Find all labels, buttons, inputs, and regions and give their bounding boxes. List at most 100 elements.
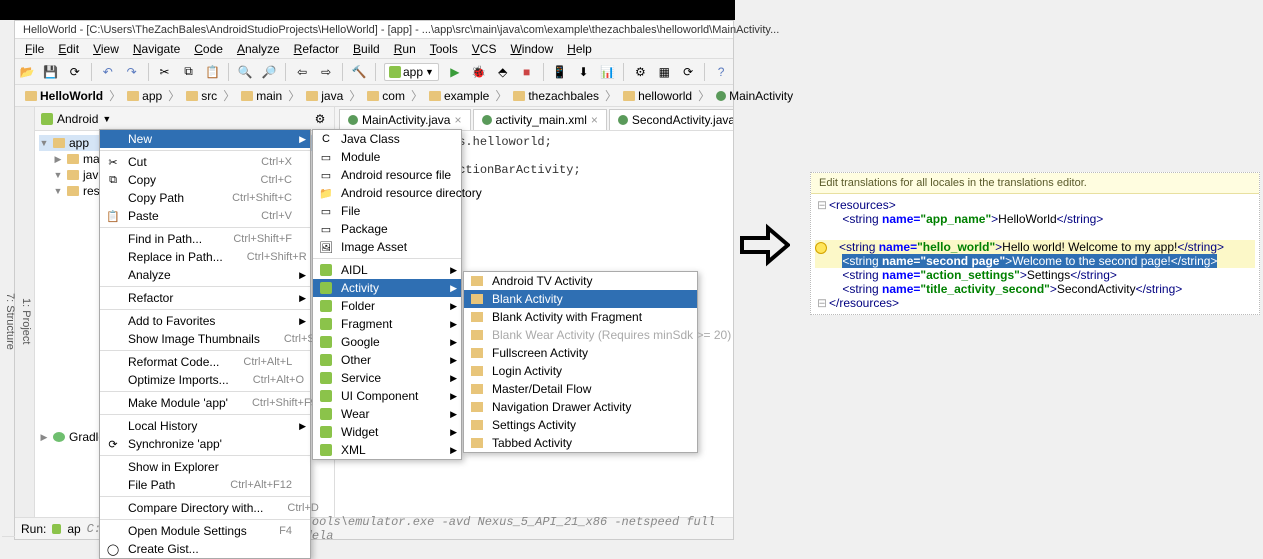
fwd-icon[interactable]: ⇨ (318, 64, 334, 80)
menu-item-widget[interactable]: Widget▶ (313, 423, 461, 441)
sync-icon[interactable]: ⟳ (67, 64, 83, 80)
gear-icon[interactable]: ⚙ (312, 111, 328, 127)
xml-editor[interactable]: ⊟<resources> <string name="app_name">Hel… (811, 194, 1259, 314)
menu-item-new[interactable]: New▶ (100, 130, 310, 148)
menu-item-local-history[interactable]: Local History▶ (100, 417, 310, 435)
menu-item-cut[interactable]: ✂CutCtrl+X (100, 153, 310, 171)
menu-item-synchronize-app-[interactable]: ⟳Synchronize 'app' (100, 435, 310, 453)
breadcrumb-helloworld[interactable]: helloworld (617, 87, 698, 105)
menu-item-folder[interactable]: Folder▶ (313, 297, 461, 315)
stop-icon[interactable]: ■ (519, 64, 535, 80)
menu-item-replace-in-path-[interactable]: Replace in Path...Ctrl+Shift+R (100, 248, 310, 266)
menu-item-add-to-favorites[interactable]: Add to Favorites▶ (100, 312, 310, 330)
menu-item-file[interactable]: ▭File (313, 202, 461, 220)
struct-icon[interactable]: ▦ (656, 64, 672, 80)
menu-item-show-in-explorer[interactable]: Show in Explorer (100, 458, 310, 476)
menu-item-copy-path[interactable]: Copy PathCtrl+Shift+C (100, 189, 310, 207)
menu-item-paste[interactable]: 📋PasteCtrl+V (100, 207, 310, 225)
menu-item-login-activity[interactable]: Login Activity (464, 362, 697, 380)
menubar[interactable]: FileEditViewNavigateCodeAnalyzeRefactorB… (15, 39, 733, 59)
run-config-combo[interactable]: app ▼ (384, 63, 439, 81)
editor-tab-mainactivity-java[interactable]: MainActivity.java× (339, 109, 471, 130)
sync2-icon[interactable]: ⟳ (680, 64, 696, 80)
menu-item-xml[interactable]: XML▶ (313, 441, 461, 459)
breadcrumb-src[interactable]: src (180, 87, 223, 105)
replace-icon[interactable]: 🔎 (261, 64, 277, 80)
left-tab-structure[interactable]: 7: Structure (2, 107, 18, 537)
menu-item-analyze[interactable]: Analyze▶ (100, 266, 310, 284)
save-icon[interactable]: 💾 (43, 64, 59, 80)
menu-item-show-image-thumbnails[interactable]: Show Image ThumbnailsCtrl+Shift+T (100, 330, 310, 348)
menu-item-wear[interactable]: Wear▶ (313, 405, 461, 423)
menu-item-master-detail-flow[interactable]: Master/Detail Flow (464, 380, 697, 398)
copy-icon[interactable]: ⧉ (181, 64, 197, 80)
menu-item-blank-activity-with-fragment[interactable]: Blank Activity with Fragment (464, 308, 697, 326)
menu-item-find-in-path-[interactable]: Find in Path...Ctrl+Shift+F (100, 230, 310, 248)
menu-analyze[interactable]: Analyze (231, 40, 286, 58)
menu-navigate[interactable]: Navigate (127, 40, 186, 58)
menu-item-copy[interactable]: ⧉CopyCtrl+C (100, 171, 310, 189)
avd-icon[interactable]: 📱 (552, 64, 568, 80)
debug-icon[interactable]: 🐞 (471, 64, 487, 80)
menu-code[interactable]: Code (188, 40, 229, 58)
menu-run[interactable]: Run (388, 40, 422, 58)
menu-item-make-module-app-[interactable]: Make Module 'app'Ctrl+Shift+F9 (100, 394, 310, 412)
menu-refactor[interactable]: Refactor (288, 40, 345, 58)
breadcrumb-com[interactable]: com (361, 87, 411, 105)
open-icon[interactable]: 📂 (19, 64, 35, 80)
menu-help[interactable]: Help (561, 40, 598, 58)
menu-item-optimize-imports-[interactable]: Optimize Imports...Ctrl+Alt+O (100, 371, 310, 389)
redo-icon[interactable]: ↷ (124, 64, 140, 80)
help-icon[interactable]: ? (713, 64, 729, 80)
menu-item-aidl[interactable]: AIDL▶ (313, 261, 461, 279)
menu-item-navigation-drawer-activity[interactable]: Navigation Drawer Activity (464, 398, 697, 416)
breadcrumb-app[interactable]: app (121, 87, 168, 105)
breadcrumb-main[interactable]: main (235, 87, 288, 105)
menu-item-android-tv-activity[interactable]: Android TV Activity (464, 272, 697, 290)
menu-item-google[interactable]: Google▶ (313, 333, 461, 351)
back-icon[interactable]: ⇦ (294, 64, 310, 80)
submenu-new[interactable]: CJava Class▭Module▭Android resource file… (312, 129, 462, 460)
editor-tab-secondactivity-java[interactable]: SecondActivity.java× (609, 109, 733, 130)
menu-item-refactor[interactable]: Refactor▶ (100, 289, 310, 307)
menu-vcs[interactable]: VCS (466, 40, 503, 58)
editor-tab-activity_main-xml[interactable]: activity_main.xml× (473, 109, 607, 130)
menu-item-image-asset[interactable]: 🖼Image Asset (313, 238, 461, 256)
undo-icon[interactable]: ↶ (100, 64, 116, 80)
breadcrumb-helloworld[interactable]: HelloWorld (19, 87, 109, 105)
menu-file[interactable]: File (19, 40, 50, 58)
build-icon[interactable]: 🔨 (351, 64, 367, 80)
panel-header[interactable]: Android ▼ ⚙ (35, 107, 334, 131)
menu-tools[interactable]: Tools (424, 40, 464, 58)
menu-item-settings-activity[interactable]: Settings Activity (464, 416, 697, 434)
attach-icon[interactable]: ⬘ (495, 64, 511, 80)
translations-banner[interactable]: Edit translations for all locales in the… (811, 173, 1259, 194)
run-tab[interactable]: ap (67, 522, 80, 536)
menu-item-module[interactable]: ▭Module (313, 148, 461, 166)
menu-item-fragment[interactable]: Fragment▶ (313, 315, 461, 333)
menu-item-other[interactable]: Other▶ (313, 351, 461, 369)
menu-item-fullscreen-activity[interactable]: Fullscreen Activity (464, 344, 697, 362)
bulb-icon[interactable] (815, 242, 827, 254)
menu-item-blank-activity[interactable]: Blank Activity (464, 290, 697, 308)
menu-edit[interactable]: Edit (52, 40, 85, 58)
menu-item-package[interactable]: ▭Package (313, 220, 461, 238)
paste-icon[interactable]: 📋 (204, 64, 220, 80)
menu-window[interactable]: Window (504, 40, 559, 58)
menu-item-compare-directory-with-[interactable]: Compare Directory with...Ctrl+D (100, 499, 310, 517)
menu-item-reformat-code-[interactable]: Reformat Code...Ctrl+Alt+L (100, 353, 310, 371)
cut-icon[interactable]: ✂ (157, 64, 173, 80)
run-icon[interactable]: ▶ (447, 64, 463, 80)
monitor-icon[interactable]: 📊 (599, 64, 615, 80)
sdk-icon[interactable]: ⬇ (576, 64, 592, 80)
menu-item-android-resource-file[interactable]: ▭Android resource file (313, 166, 461, 184)
menu-view[interactable]: View (87, 40, 125, 58)
menu-item-activity[interactable]: Activity▶ (313, 279, 461, 297)
menu-item-ui-component[interactable]: UI Component▶ (313, 387, 461, 405)
close-icon[interactable]: × (591, 113, 598, 127)
find-icon[interactable]: 🔍 (237, 64, 253, 80)
context-menu[interactable]: New▶ ✂CutCtrl+X⧉CopyCtrl+CCopy PathCtrl+S… (99, 129, 311, 559)
close-icon[interactable]: × (454, 113, 461, 127)
menu-item-tabbed-activity[interactable]: Tabbed Activity (464, 434, 697, 452)
menu-item-android-resource-directory[interactable]: 📁Android resource directory (313, 184, 461, 202)
